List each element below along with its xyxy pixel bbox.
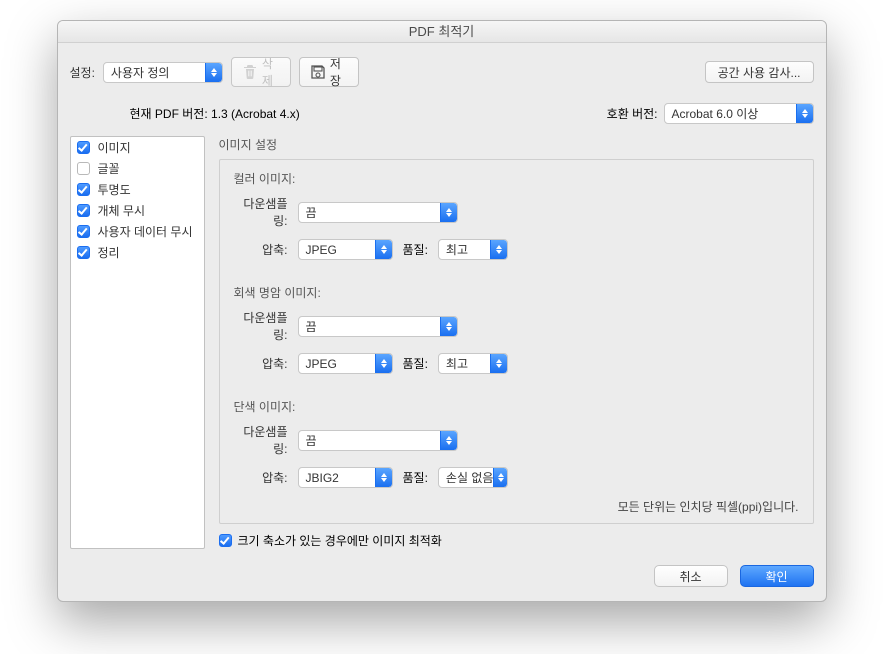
sidebar-item-label: 이미지 [98,139,131,156]
chevron-updown-icon [490,354,507,373]
sidebar-item-checkbox[interactable] [77,183,90,196]
audit-space-button[interactable]: 공간 사용 감사... [705,61,814,83]
compress-label: 압축: [234,355,288,372]
gray-quality-select[interactable]: 최고 [438,353,508,374]
chevron-updown-icon [375,240,392,259]
sidebar-item-cleanup[interactable]: 정리 [71,242,204,263]
quality-label: 품질: [403,355,428,372]
sidebar-item-fonts[interactable]: 글꼴 [71,158,204,179]
save-button[interactable]: 저장 [299,57,359,87]
cancel-button[interactable]: 취소 [654,565,728,587]
mono-compress-row: 압축: JBIG2 품질: 손실 없음 [234,467,799,488]
gray-compress-row: 압축: JPEG 품질: 최고 [234,353,799,374]
sidebar-item-checkbox[interactable] [77,141,90,154]
chevron-updown-icon [440,431,457,450]
chevron-updown-icon [796,104,813,123]
content: 설정: 사용자 정의 삭제 [58,43,826,601]
color-downsample-row: 다운샘플링: 끔 [234,195,799,229]
toolbar: 설정: 사용자 정의 삭제 [70,57,814,87]
optimize-only-if-smaller-row: 크기 축소가 있는 경우에만 이미지 최적화 [219,532,814,549]
sidebar-item-discard-userdata[interactable]: 사용자 데이터 무시 [71,221,204,242]
downsample-label: 다운샘플링: [234,309,288,343]
audit-space-label: 공간 사용 감사... [718,64,801,81]
compat-label: 호환 버전: [607,105,658,122]
panel-body: 컬러 이미지: 다운샘플링: 끔 압축: JPEG [219,159,814,524]
gray-downsample-select[interactable]: 끔 [298,316,458,337]
chevron-updown-icon [205,63,222,82]
optimize-only-if-smaller-label: 크기 축소가 있는 경우에만 이미지 최적화 [238,532,442,549]
mono-compress-select[interactable]: JBIG2 [298,467,393,488]
image-settings-panel: 이미지 설정 컬러 이미지: 다운샘플링: 끔 압축: JPEG [219,136,814,549]
sidebar-item-label: 투명도 [98,181,131,198]
panel-title: 이미지 설정 [219,136,814,153]
quality-label: 품질: [403,469,428,486]
delete-button-label: 삭제 [262,55,280,89]
sidebar-item-image[interactable]: 이미지 [71,137,204,158]
sidebar-item-checkbox[interactable] [77,225,90,238]
ppi-note: 모든 단위는 인치당 픽셀(ppi)입니다. [234,498,799,515]
sidebar-item-discard-objects[interactable]: 개체 무시 [71,200,204,221]
chevron-updown-icon [440,317,457,336]
sidebar-item-label: 개체 무시 [98,202,146,219]
pdf-optimizer-window: PDF 최적기 설정: 사용자 정의 삭제 [57,20,827,602]
mono-image-section-title: 단색 이미지: [234,398,799,415]
sidebar-item-label: 정리 [98,244,120,261]
chevron-updown-icon [375,354,392,373]
version-row: 현재 PDF 버전: 1.3 (Acrobat 4.x) 호환 버전: Acro… [70,103,814,124]
chevron-updown-icon [440,203,457,222]
gray-downsample-row: 다운샘플링: 끔 [234,309,799,343]
window-title: PDF 최적기 [58,21,826,43]
trash-icon [242,64,258,80]
sidebar-item-label: 사용자 데이터 무시 [98,223,193,240]
color-compress-select[interactable]: JPEG [298,239,393,260]
save-icon [310,64,326,80]
main: 이미지 글꼴 투명도 개체 무시 사용자 데이터 무시 [70,136,814,549]
sidebar-item-transparency[interactable]: 투명도 [71,179,204,200]
preset-select[interactable]: 사용자 정의 [103,62,223,83]
color-image-section-title: 컬러 이미지: [234,170,799,187]
preset-select-value: 사용자 정의 [111,64,170,81]
gray-image-section-title: 회색 명암 이미지: [234,284,799,301]
downsample-label: 다운샘플링: [234,423,288,457]
mono-downsample-select[interactable]: 끔 [298,430,458,451]
compat-select-value: Acrobat 6.0 이상 [672,105,759,122]
ok-button[interactable]: 확인 [740,565,814,587]
sidebar-item-checkbox[interactable] [77,204,90,217]
delete-button[interactable]: 삭제 [231,57,291,87]
compress-label: 압축: [234,469,288,486]
dialog-buttons: 취소 확인 [70,565,814,587]
color-quality-select[interactable]: 최고 [438,239,508,260]
chevron-updown-icon [490,240,507,259]
chevron-updown-icon [493,468,507,487]
compress-label: 압축: [234,241,288,258]
settings-label: 설정: [70,64,95,81]
downsample-label: 다운샘플링: [234,195,288,229]
color-compress-row: 압축: JPEG 품질: 최고 [234,239,799,260]
optimize-only-if-smaller-checkbox[interactable] [219,534,232,547]
sidebar: 이미지 글꼴 투명도 개체 무시 사용자 데이터 무시 [70,136,205,549]
compat-select[interactable]: Acrobat 6.0 이상 [664,103,814,124]
quality-label: 품질: [403,241,428,258]
sidebar-item-checkbox[interactable] [77,162,90,175]
mono-quality-select[interactable]: 손실 없음 [438,467,508,488]
sidebar-item-checkbox[interactable] [77,246,90,259]
sidebar-item-label: 글꼴 [98,160,120,177]
chevron-updown-icon [375,468,392,487]
current-version-label: 현재 PDF 버전: 1.3 (Acrobat 4.x) [130,105,300,122]
mono-downsample-row: 다운샘플링: 끔 [234,423,799,457]
gray-compress-select[interactable]: JPEG [298,353,393,374]
color-downsample-select[interactable]: 끔 [298,202,458,223]
save-button-label: 저장 [330,55,348,89]
